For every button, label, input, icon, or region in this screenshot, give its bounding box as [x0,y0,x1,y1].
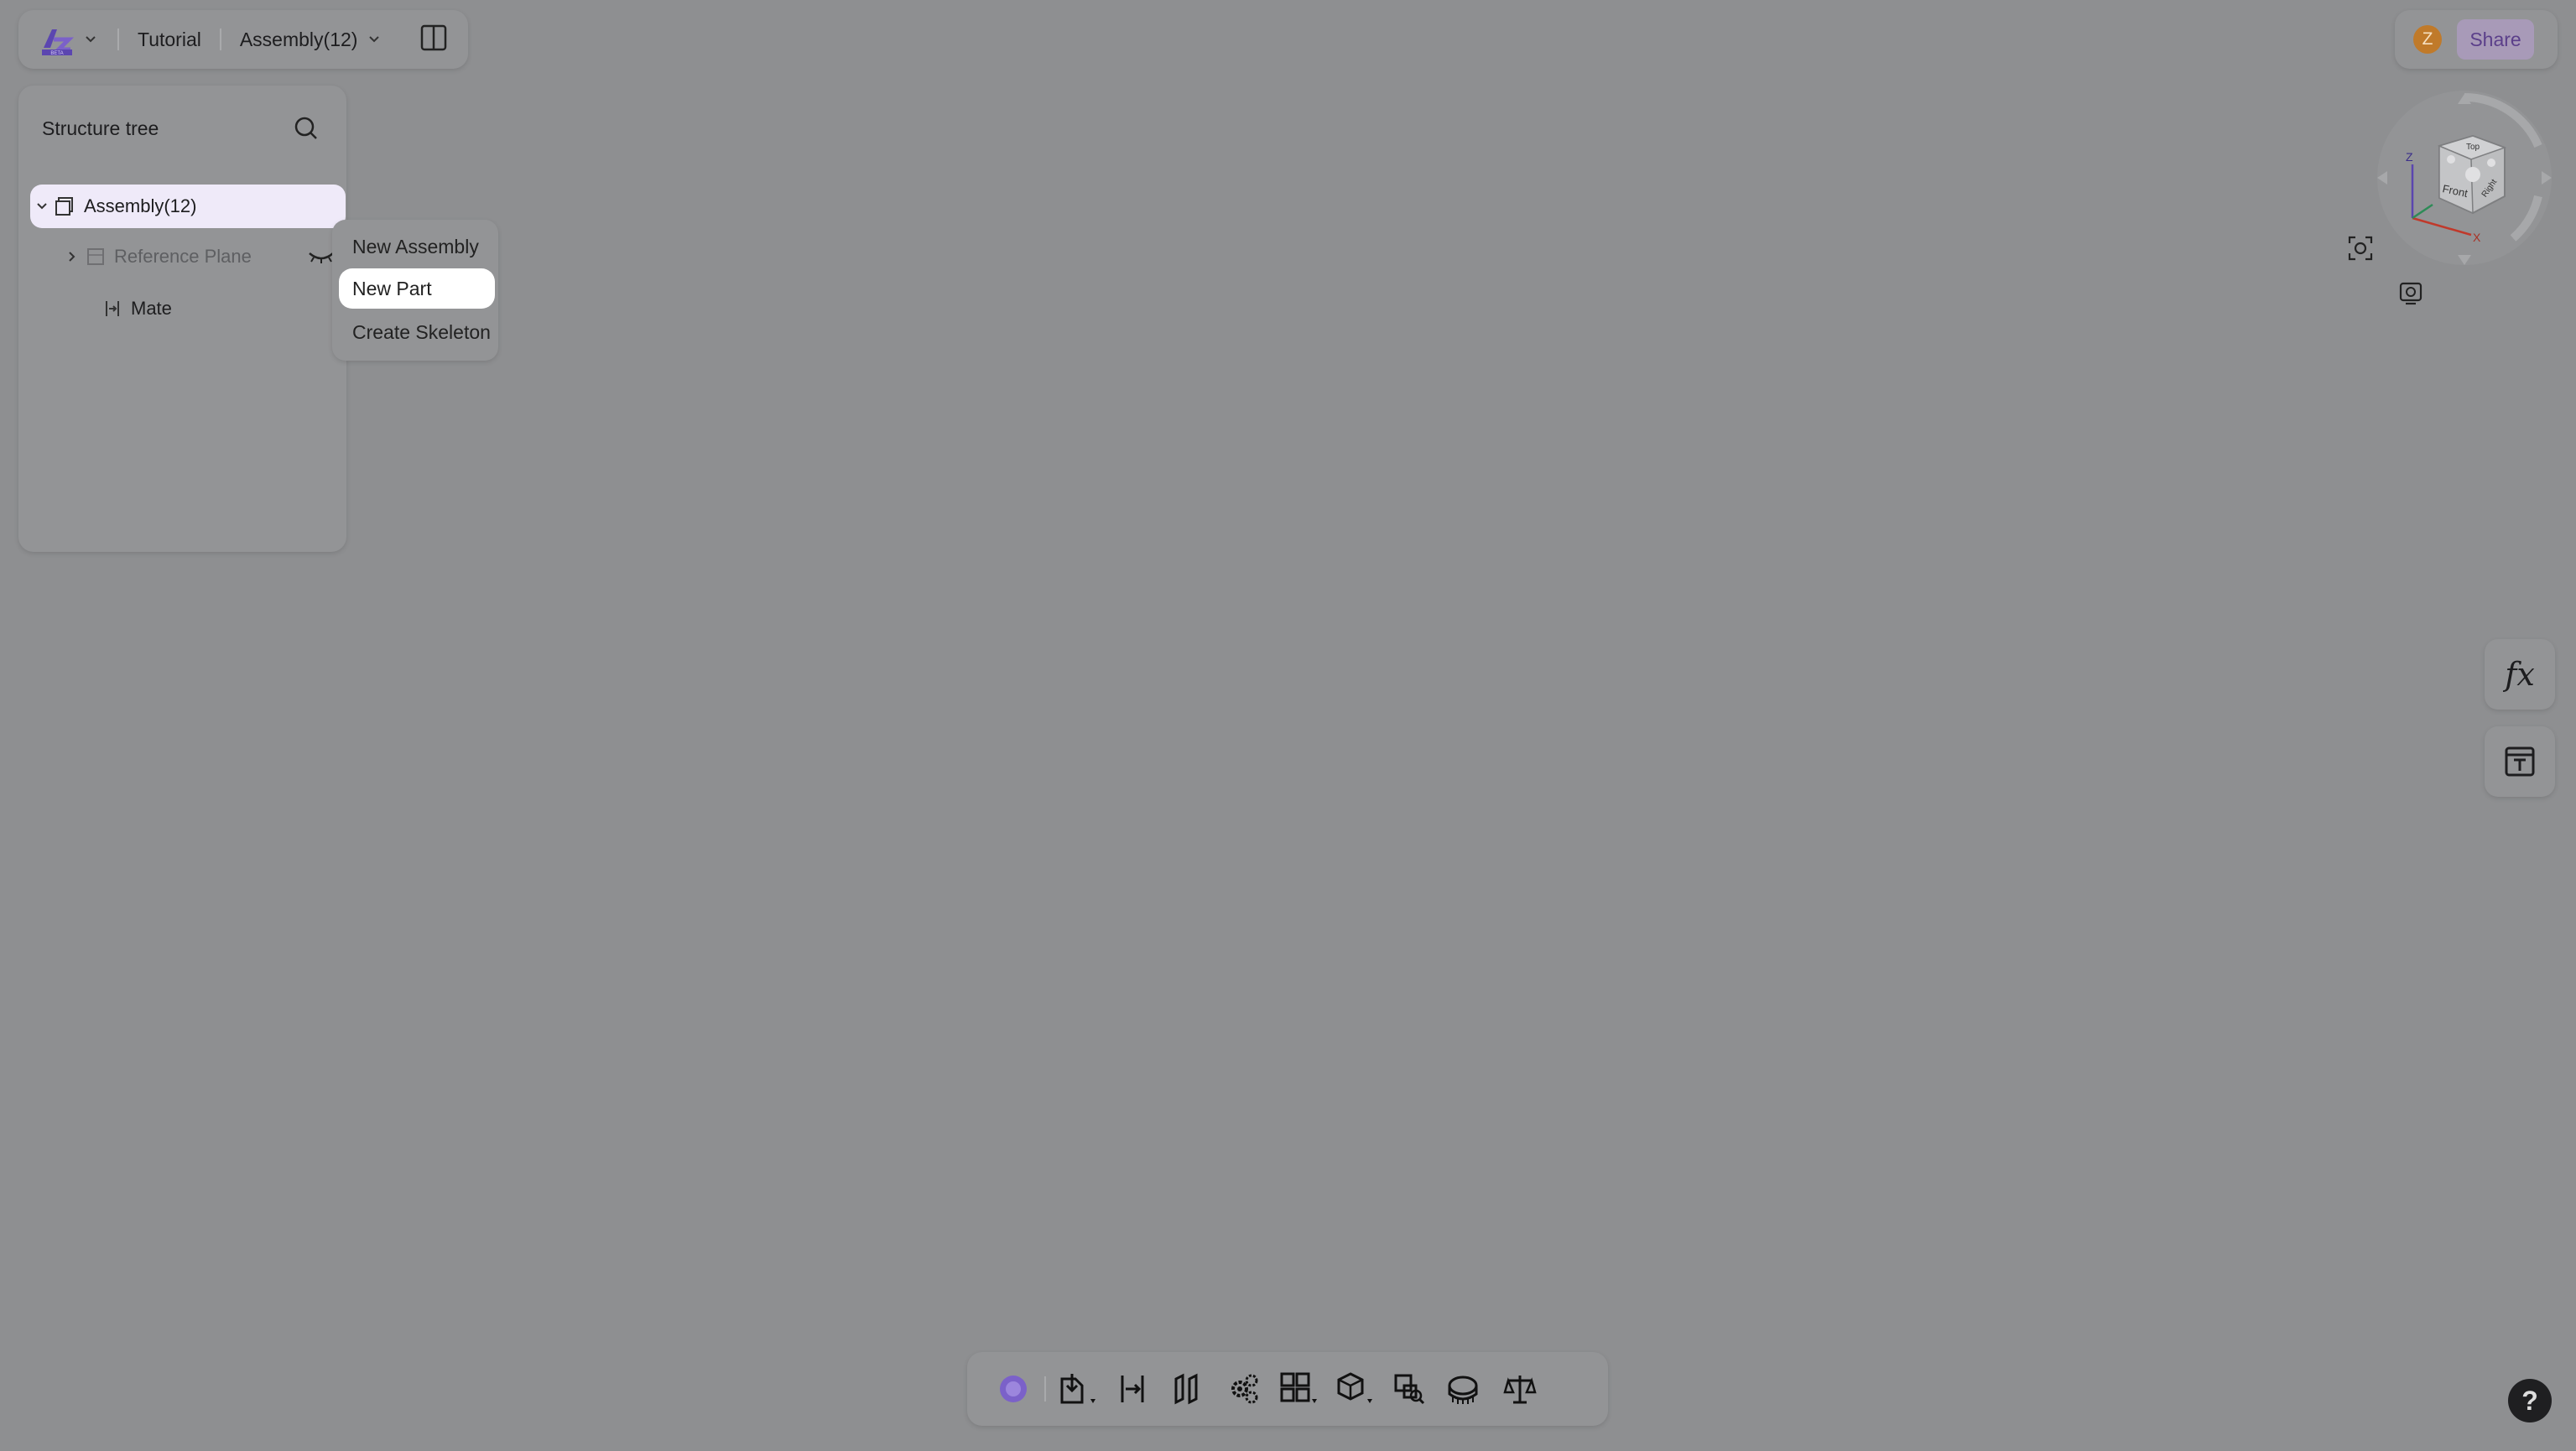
fit-view-button[interactable] [2342,230,2379,267]
document-name: Assembly(12) [239,28,358,50]
menu-item-new-part[interactable]: New Part [339,268,495,309]
cube-icon [1337,1372,1372,1403]
balance-scale-icon [1503,1376,1537,1404]
view-settings-button[interactable] [2392,275,2429,312]
assembly-icon [55,197,73,216]
tree-search-button[interactable] [292,114,320,147]
gear-button[interactable] [1215,1361,1271,1417]
chevron-right-icon[interactable] [64,248,81,265]
avatar[interactable]: Z [2413,25,2442,54]
divider [219,29,221,50]
tree-item-label: Reference Plane [114,246,252,267]
tree-item-reference-plane[interactable]: Reference Plane [30,235,347,278]
tree-item-label: Mate [131,298,172,319]
tape-measure-icon [1448,1376,1478,1404]
user-bar: Z Share [2395,10,2558,69]
chevron-down-icon[interactable] [34,198,50,215]
structure-tree-panel: Structure tree Assembly(12) Reference Pl… [18,86,346,552]
svg-text:Z: Z [2406,150,2413,164]
display-mode-icon [2399,282,2422,305]
mate-icon [1121,1376,1144,1402]
text-box-icon [2505,746,2535,777]
text-table-button[interactable] [2485,726,2555,797]
panel-layout-icon [421,24,447,50]
app-logo-menu[interactable]: BETA [40,23,99,56]
assembly-mode-icon [1000,1376,1027,1402]
help-button[interactable]: ? [2508,1379,2552,1422]
gear-icon [1231,1374,1258,1404]
menu-item-new-assembly[interactable]: New Assembly [339,226,495,267]
chevron-down-icon [369,36,380,43]
chevron-down-icon [86,36,96,43]
function-icon: fx [2505,656,2535,693]
plane-icon [87,248,104,265]
mode-button[interactable] [986,1361,1041,1417]
mate-icon [106,301,119,316]
interference-check-button[interactable] [1382,1361,1437,1417]
svg-text:X: X [2473,231,2481,244]
mate-button[interactable] [1105,1361,1160,1417]
linkage-icon [1174,1373,1198,1405]
insert-icon [1060,1374,1095,1404]
svg-text:BETA: BETA [50,51,63,56]
document-dropdown[interactable]: Assembly(12) [240,29,383,51]
pattern-icon [1280,1372,1317,1403]
toggle-panel-button[interactable] [419,23,448,56]
view-cube[interactable]: Top Front Right Z X [2370,87,2555,272]
tree-item-assembly[interactable]: Assembly(12) [30,185,346,228]
eye-closed-icon[interactable] [307,248,336,265]
mechanism-button[interactable] [1160,1361,1215,1417]
inspect-icon [1394,1374,1425,1405]
search-icon [294,117,317,139]
formula-button[interactable]: fx [2485,639,2555,710]
app-logo-icon: BETA [42,29,75,56]
insert-part-button[interactable] [1049,1361,1105,1417]
share-button[interactable]: Share [2457,19,2534,60]
measure-button[interactable] [1437,1361,1492,1417]
bottom-toolbar [967,1352,1608,1426]
focus-camera-icon [2348,236,2373,261]
mass-properties-button[interactable] [1492,1361,1548,1417]
divider [1044,1376,1046,1402]
explode-view-button[interactable] [1326,1361,1382,1417]
divider [117,29,119,50]
structure-tree-title: Structure tree [42,117,159,139]
menu-item-create-skeleton[interactable]: Create Skeleton [339,312,495,352]
context-menu: New Assembly New Part Create Skeleton [332,220,498,361]
svg-text:Top: Top [2466,143,2480,152]
project-name[interactable]: Tutorial [138,29,201,51]
tree-item-label: Assembly(12) [84,195,197,216]
header-bar: BETA Tutorial Assembly(12) [18,10,468,69]
pattern-button[interactable] [1271,1361,1326,1417]
view-cube-graphic: Top Front Right Z X [2377,91,2552,265]
tree-item-mate[interactable]: Mate [30,287,347,330]
